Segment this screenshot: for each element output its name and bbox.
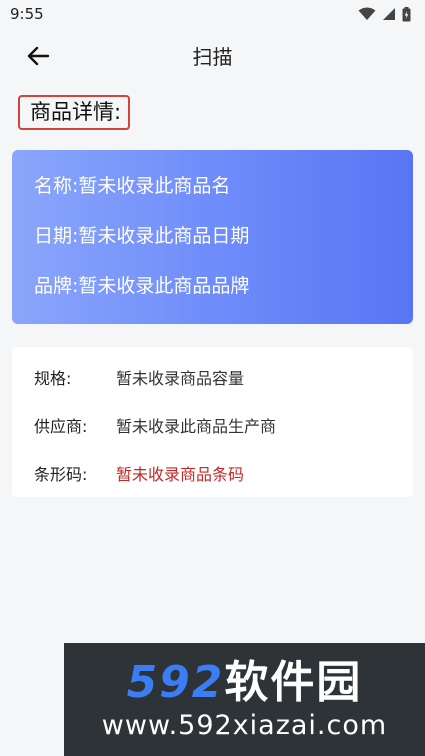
product-name-label: 名称: — [34, 175, 79, 197]
watermark-logo: 592软件园 — [127, 657, 363, 709]
product-brand-value: 暂未收录此商品品牌 — [78, 275, 250, 297]
product-specs-card: 规格: 暂未收录商品容量 供应商: 暂未收录此商品生产商 条形码: 暂未收录商品… — [12, 347, 413, 497]
product-date-value: 暂未收录此商品日期 — [78, 225, 250, 247]
product-name-row: 名称: 暂未收录此商品名 — [34, 172, 413, 222]
spec-barcode-value: 暂未收录商品条码 — [116, 465, 245, 484]
status-icons — [358, 6, 411, 22]
spec-size-label: 规格: — [34, 369, 72, 388]
spec-supplier-label: 供应商: — [34, 417, 88, 436]
app-header: 扫描 — [0, 30, 425, 80]
product-brand-row: 品牌: 暂未收录此商品品牌 — [34, 272, 413, 322]
product-date-row: 日期: 暂未收录此商品日期 — [34, 222, 413, 272]
status-bar: 9:55 — [0, 0, 425, 28]
spec-supplier-value: 暂未收录此商品生产商 — [116, 417, 277, 436]
battery-icon — [402, 6, 411, 21]
wifi-icon — [358, 7, 376, 20]
spec-row-barcode: 条形码: 暂未收录商品条码 — [34, 463, 413, 511]
arrow-left-icon — [27, 46, 50, 66]
spec-size-value: 暂未收录商品容量 — [116, 369, 245, 388]
product-brand-label: 品牌: — [34, 275, 79, 297]
product-details-label: 商品详情: — [18, 95, 131, 130]
spec-row-supplier: 供应商: 暂未收录此商品生产商 — [34, 415, 413, 463]
watermark-url: www.592xiazai.com — [101, 709, 388, 741]
product-name-value: 暂未收录此商品名 — [78, 175, 231, 197]
watermark-logo-number: 592 — [126, 656, 225, 708]
product-date-label: 日期: — [34, 225, 79, 247]
product-info-card: 名称: 暂未收录此商品名 日期: 暂未收录此商品日期 品牌: 暂未收录此商品品牌 — [12, 150, 413, 324]
signal-icon — [383, 8, 395, 20]
status-time: 9:55 — [10, 5, 44, 23]
page-title: 扫描 — [192, 44, 233, 69]
watermark-logo-text: 软件园 — [224, 656, 363, 708]
spec-row-size: 规格: 暂未收录商品容量 — [34, 367, 413, 415]
back-button[interactable] — [22, 42, 54, 70]
site-watermark: 592软件园 www.592xiazai.com — [64, 643, 425, 756]
spec-barcode-label: 条形码: — [34, 465, 88, 484]
